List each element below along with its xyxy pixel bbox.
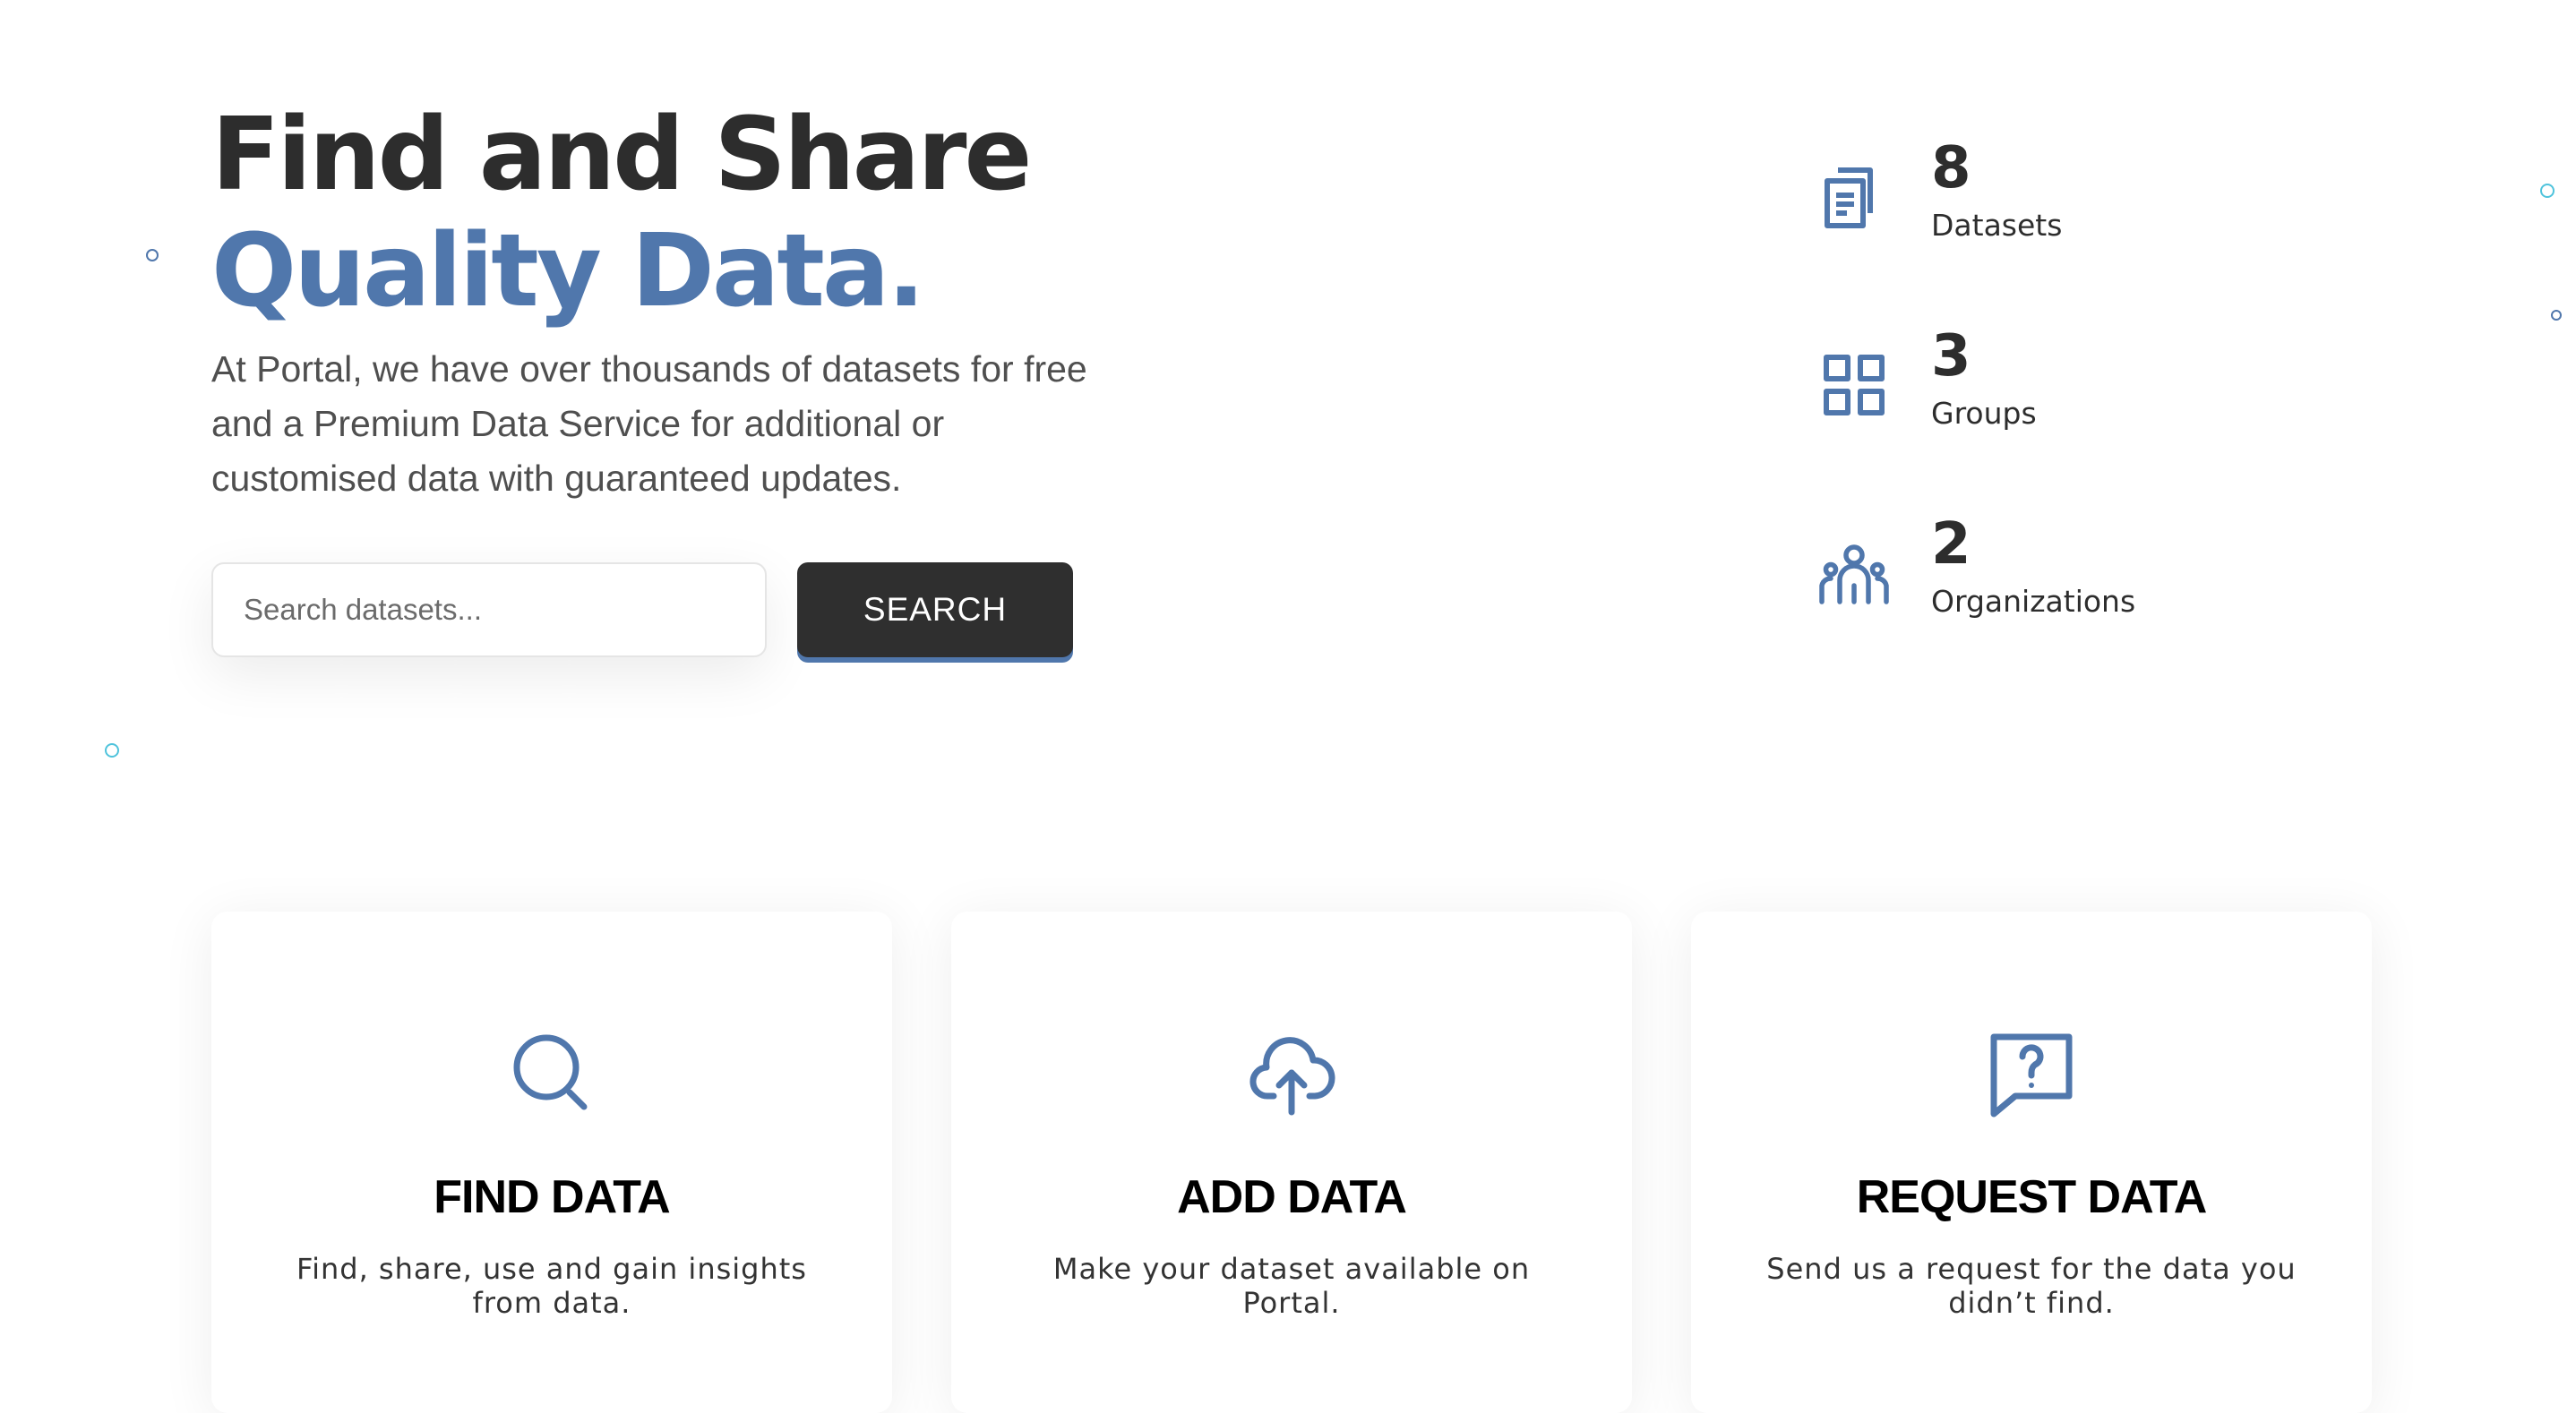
stat-datasets[interactable]: 8 Datasets [1818, 134, 2266, 251]
hero-title-accent: Quality Data. [211, 213, 925, 330]
card-text: Find, share, use and gain insights from … [296, 1252, 807, 1320]
stat-label: Organizations [1931, 584, 2136, 619]
stat-value: 2 [1931, 511, 1971, 578]
stat-organizations[interactable]: 2 Organizations [1818, 510, 2266, 627]
card-title: REQUEST DATA [1856, 1171, 2208, 1223]
decorative-dot [146, 249, 159, 261]
stat-value: 3 [1931, 323, 1971, 390]
search-box [211, 562, 767, 657]
decorative-dot [2551, 310, 2562, 321]
decorative-dot [2540, 184, 2555, 198]
stat-label: Groups [1931, 396, 2037, 431]
card-request-data[interactable]: REQUEST DATA Send us a request for the d… [1691, 912, 2372, 1413]
card-find-data[interactable]: FIND DATA Find, share, use and gain insi… [211, 912, 892, 1413]
card-title: ADD DATA [1177, 1171, 1407, 1223]
card-title: FIND DATA [434, 1171, 670, 1223]
card-text: Send us a request for the data you didn’… [1766, 1252, 2297, 1320]
question-message-icon [1987, 1028, 2076, 1118]
grid-icon [1818, 349, 1890, 421]
search-button[interactable]: SEARCH [797, 562, 1073, 657]
stat-groups[interactable]: 3 Groups [1818, 322, 2266, 439]
card-text: Make your dataset available on Portal. [1052, 1252, 1531, 1320]
hero-description: At Portal, we have over thousands of dat… [211, 348, 1087, 499]
hero-title: Find and Share Quality Data. [211, 97, 1032, 330]
search-icon [507, 1028, 597, 1118]
people-icon [1818, 537, 1890, 609]
stat-label: Datasets [1931, 208, 2063, 243]
hero-title-line: Find and Share [211, 97, 1032, 213]
cloud-upload-icon [1247, 1028, 1336, 1118]
card-add-data[interactable]: ADD DATA Make your dataset available on … [951, 912, 1632, 1413]
documents-icon [1818, 161, 1890, 233]
stat-value: 8 [1931, 135, 1971, 201]
decorative-dot [105, 743, 119, 758]
search-input[interactable] [213, 564, 765, 655]
